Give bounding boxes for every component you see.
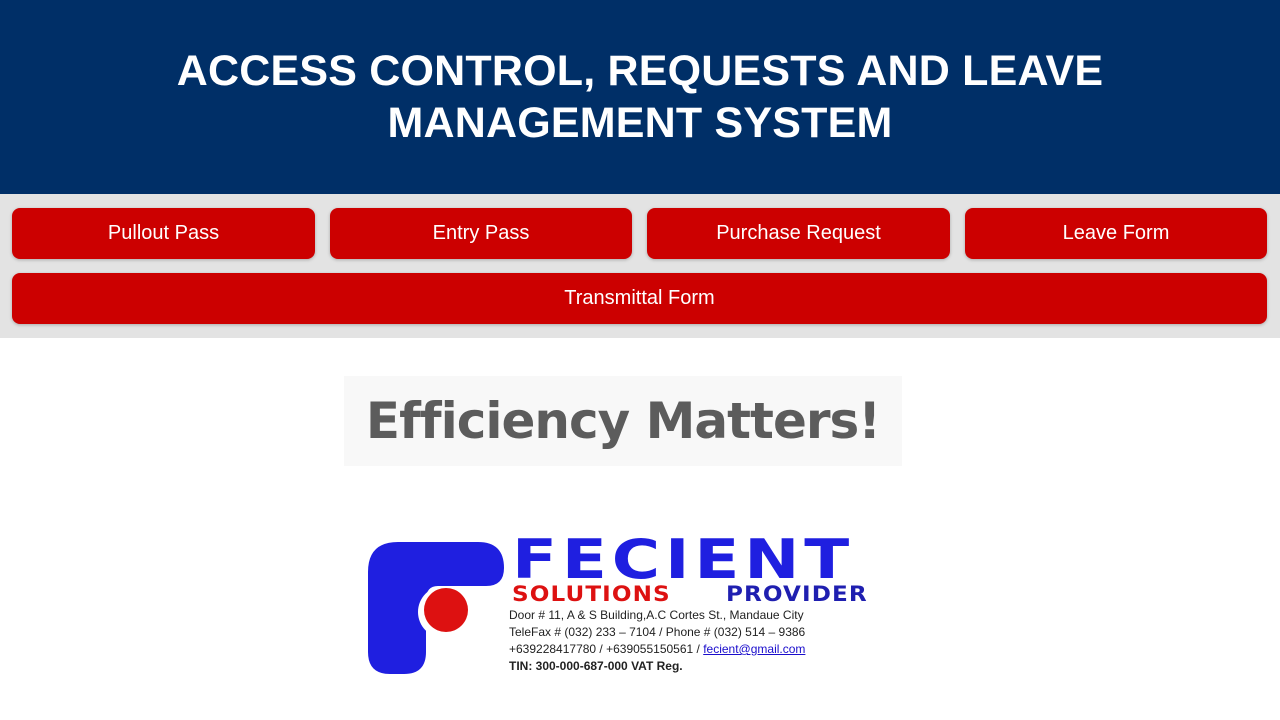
company-logo: FECIENT SOLUTIONS PROVIDER Door # 11, A … [352, 528, 934, 680]
company-mobile-line: +639228417780 / +639055150561 / fecient@… [509, 642, 805, 656]
company-email-link[interactable]: fecient@gmail.com [703, 642, 805, 656]
entry-pass-button[interactable]: Entry Pass [330, 208, 632, 259]
nav-bar: Pullout Pass Entry Pass Purchase Request… [0, 194, 1280, 338]
tagline-text: Efficiency Matters! [365, 392, 881, 450]
leave-form-button[interactable]: Leave Form [965, 208, 1267, 259]
company-address: Door # 11, A & S Building,A.C Cortes St.… [509, 608, 804, 622]
page-header: ACCESS CONTROL, REQUESTS AND LEAVE MANAG… [0, 0, 1280, 194]
brand-sub-provider: PROVIDER [726, 582, 868, 606]
pullout-pass-button[interactable]: Pullout Pass [12, 208, 315, 259]
purchase-request-button[interactable]: Purchase Request [647, 208, 950, 259]
brand-name: FECIENT [512, 528, 855, 591]
company-mobile: +639228417780 / +639055150561 / [509, 642, 704, 656]
company-phone: TeleFax # (032) 233 – 7104 / Phone # (03… [509, 625, 806, 639]
tagline-banner: Efficiency Matters! [344, 376, 902, 466]
brand-sub-solutions: SOLUTIONS [512, 582, 671, 606]
fecient-logo-icon [368, 542, 504, 674]
company-tin: TIN: 300-000-687-000 VAT Reg. [509, 659, 683, 673]
page-title: ACCESS CONTROL, REQUESTS AND LEAVE MANAG… [176, 47, 1104, 147]
transmittal-form-button[interactable]: Transmittal Form [12, 273, 1267, 324]
